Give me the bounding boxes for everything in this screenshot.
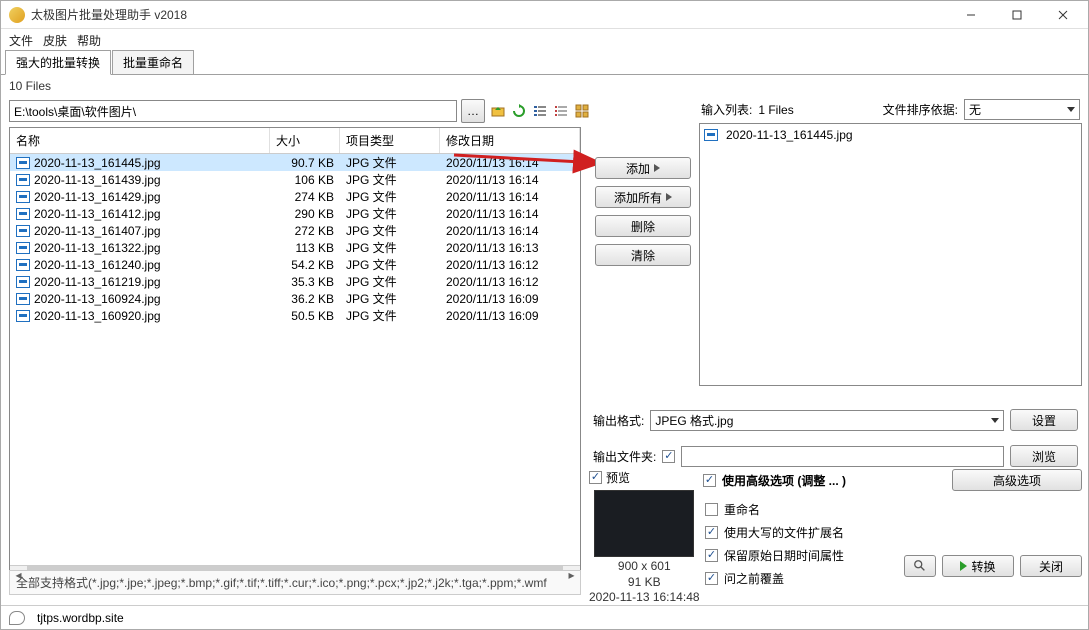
table-row[interactable]: 2020-11-13_161219.jpg35.3 KBJPG 文件2020/1… bbox=[10, 273, 580, 290]
table-row[interactable]: 2020-11-13_161429.jpg274 KBJPG 文件2020/11… bbox=[10, 188, 580, 205]
table-row[interactable]: 2020-11-13_161439.jpg106 KBJPG 文件2020/11… bbox=[10, 171, 580, 188]
files-count: 10 Files bbox=[1, 75, 1088, 97]
sort-select[interactable]: 无 bbox=[964, 99, 1080, 120]
menubar: 文件 皮肤 帮助 bbox=[1, 29, 1088, 51]
maximize-button[interactable] bbox=[994, 1, 1040, 29]
image-file-icon bbox=[16, 191, 30, 203]
image-file-icon bbox=[704, 129, 718, 141]
table-row[interactable]: 2020-11-13_161445.jpg90.7 KBJPG 文件2020/1… bbox=[10, 154, 580, 171]
table-row[interactable]: 2020-11-13_160920.jpg50.5 KBJPG 文件2020/1… bbox=[10, 307, 580, 324]
preview-info: 900 x 601 91 KB 2020-11-13 16:14:48 bbox=[589, 559, 700, 606]
table-row[interactable]: 2020-11-13_161407.jpg272 KBJPG 文件2020/11… bbox=[10, 222, 580, 239]
input-list-label: 输入列表: bbox=[701, 101, 752, 118]
table-row[interactable]: 2020-11-13_161412.jpg290 KBJPG 文件2020/11… bbox=[10, 205, 580, 222]
refresh-icon[interactable] bbox=[510, 102, 528, 120]
image-file-icon bbox=[16, 225, 30, 237]
delete-button[interactable]: 删除 bbox=[595, 215, 691, 237]
tab-batch-convert[interactable]: 强大的批量转换 bbox=[5, 50, 111, 75]
output-folder-checkbox[interactable] bbox=[662, 450, 675, 463]
scroll-right-icon[interactable]: ▸ bbox=[563, 566, 580, 583]
output-list-item[interactable]: 2020-11-13_161445.jpg bbox=[726, 128, 853, 142]
status-icon bbox=[9, 611, 25, 625]
preview-checkbox[interactable] bbox=[589, 471, 602, 484]
app-icon bbox=[9, 7, 25, 23]
browse-folder-button[interactable]: … bbox=[461, 99, 485, 123]
titlebar: 太极图片批量处理助手 v2018 bbox=[1, 1, 1088, 29]
image-file-icon bbox=[16, 259, 30, 271]
folder-up-icon[interactable] bbox=[489, 102, 507, 120]
image-file-icon bbox=[16, 310, 30, 322]
view-list-icon[interactable] bbox=[552, 102, 570, 120]
output-folder-input[interactable] bbox=[681, 446, 1004, 467]
menu-skin[interactable]: 皮肤 bbox=[43, 32, 67, 49]
sort-label: 文件排序依据: bbox=[883, 101, 958, 118]
add-button[interactable]: 添加 bbox=[595, 157, 691, 179]
output-folder-label: 输出文件夹: bbox=[593, 448, 656, 465]
image-file-icon bbox=[16, 208, 30, 220]
close-panel-button[interactable]: 关闭 bbox=[1020, 555, 1082, 577]
tabs: 强大的批量转换 批量重命名 bbox=[1, 51, 1088, 75]
scroll-left-icon[interactable]: ◂ bbox=[10, 566, 27, 583]
advanced-checkbox[interactable] bbox=[703, 474, 716, 487]
tab-batch-rename[interactable]: 批量重命名 bbox=[112, 50, 194, 75]
view-details-icon[interactable] bbox=[531, 102, 549, 120]
advanced-options-button[interactable]: 高级选项 bbox=[952, 469, 1082, 491]
image-file-icon bbox=[16, 242, 30, 254]
advanced-area: 使用高级选项 (调整 ... ) 高级选项 重命名 使用大写的文件扩展名 保留原… bbox=[703, 469, 1082, 587]
image-file-icon bbox=[16, 157, 30, 169]
keep-date-checkbox[interactable] bbox=[705, 549, 718, 562]
status-url: tjtps.wordbp.site bbox=[37, 611, 124, 625]
image-file-icon bbox=[16, 276, 30, 288]
browse-button[interactable]: 浏览 bbox=[1010, 445, 1078, 467]
menu-file[interactable]: 文件 bbox=[9, 32, 33, 49]
col-type[interactable]: 项目类型 bbox=[340, 128, 440, 153]
ask-overwrite-checkbox[interactable] bbox=[705, 572, 718, 585]
image-file-icon bbox=[16, 293, 30, 305]
col-date[interactable]: 修改日期 bbox=[440, 128, 580, 153]
input-list-count: 1 Files bbox=[758, 103, 876, 117]
play-icon bbox=[960, 561, 967, 571]
upper-ext-checkbox[interactable] bbox=[705, 526, 718, 539]
preview-area: 预览 900 x 601 91 KB 2020-11-13 16:14:48 bbox=[589, 469, 700, 606]
output-list[interactable]: 2020-11-13_161445.jpg bbox=[699, 123, 1082, 386]
table-header: 名称 大小 项目类型 修改日期 bbox=[10, 128, 580, 154]
right-pane: 输入列表: 1 Files 文件排序依据: 无 2020-11-13_16144… bbox=[589, 99, 1082, 601]
minimize-button[interactable] bbox=[948, 1, 994, 29]
settings-button[interactable]: 设置 bbox=[1010, 409, 1078, 431]
table-row[interactable]: 2020-11-13_160924.jpg36.2 KBJPG 文件2020/1… bbox=[10, 290, 580, 307]
menu-help[interactable]: 帮助 bbox=[77, 32, 101, 49]
rename-checkbox[interactable] bbox=[705, 503, 718, 516]
convert-button[interactable]: 转换 bbox=[942, 555, 1014, 577]
zoom-button[interactable] bbox=[904, 555, 936, 577]
table-row[interactable]: 2020-11-13_161240.jpg54.2 KBJPG 文件2020/1… bbox=[10, 256, 580, 273]
col-size[interactable]: 大小 bbox=[270, 128, 340, 153]
statusbar: tjtps.wordbp.site bbox=[1, 605, 1088, 629]
path-input[interactable] bbox=[9, 100, 457, 122]
supported-formats: 全部支持格式(*.jpg;*.jpe;*.jpeg;*.bmp;*.gif;*.… bbox=[9, 570, 581, 595]
output-format-select[interactable]: JPEG 格式.jpg bbox=[650, 410, 1004, 431]
preview-label: 预览 bbox=[606, 469, 630, 486]
advanced-label: 使用高级选项 (调整 ... ) bbox=[722, 472, 846, 489]
window-title: 太极图片批量处理助手 v2018 bbox=[31, 6, 948, 23]
col-name[interactable]: 名称 bbox=[10, 128, 270, 153]
close-button[interactable] bbox=[1040, 1, 1086, 29]
clear-button[interactable]: 清除 bbox=[595, 244, 691, 266]
image-file-icon bbox=[16, 174, 30, 186]
table-row[interactable]: 2020-11-13_161322.jpg113 KBJPG 文件2020/11… bbox=[10, 239, 580, 256]
file-table: 名称 大小 项目类型 修改日期 2020-11-13_161445.jpg90.… bbox=[9, 127, 581, 583]
action-buttons: 添加 添加所有 删除 清除 bbox=[595, 157, 691, 266]
add-all-button[interactable]: 添加所有 bbox=[595, 186, 691, 208]
output-format-label: 输出格式: bbox=[593, 412, 644, 429]
preview-thumbnail[interactable] bbox=[594, 490, 694, 557]
